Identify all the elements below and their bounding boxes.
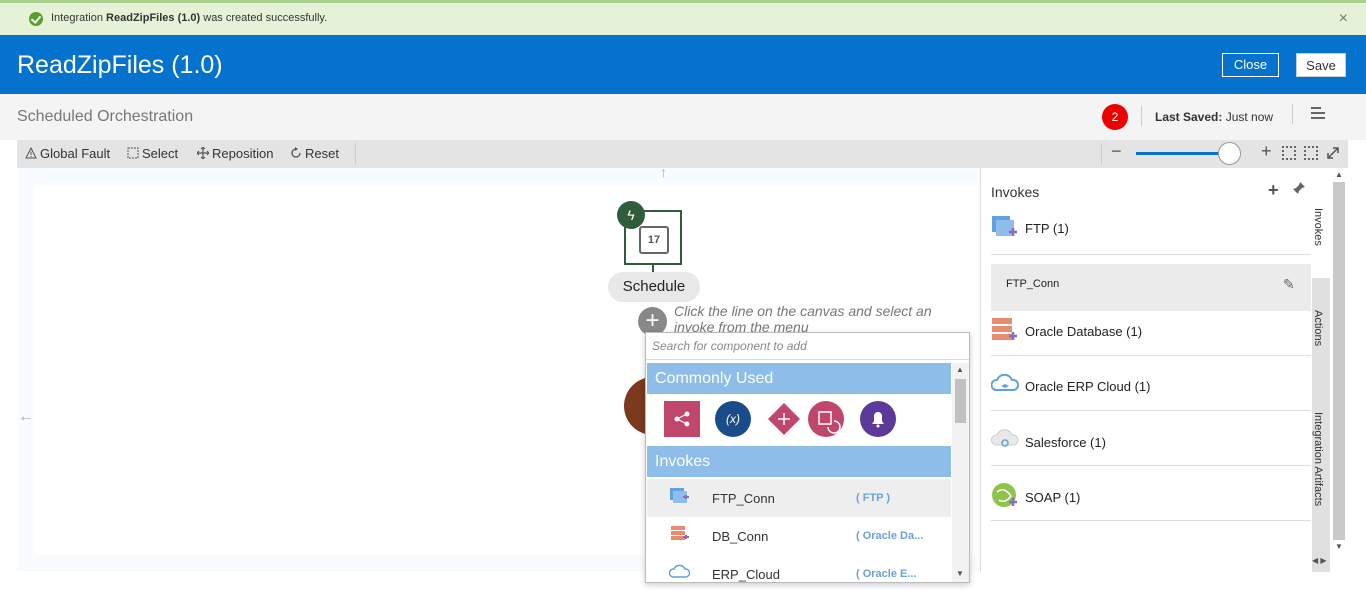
list-item[interactable]: Oracle Database (1) [991, 311, 1311, 356]
scrollbar-thumb[interactable] [1333, 182, 1345, 540]
hamburger-menu-icon[interactable] [1311, 107, 1325, 119]
divider [355, 143, 356, 165]
list-item[interactable]: DB_Conn ( Oracle Da... [647, 517, 951, 555]
map-icon[interactable] [664, 401, 700, 437]
success-notification: Integration ReadZipFiles (1.0) was creat… [0, 0, 1366, 35]
ftp-adapter-icon [992, 216, 1017, 236]
scroll-left-arrow-icon[interactable]: ← [18, 408, 34, 426]
close-notification-icon[interactable]: × [1339, 10, 1348, 28]
list-item[interactable]: Salesforce (1) [991, 411, 1311, 466]
divider [1141, 106, 1142, 126]
move-icon [197, 147, 209, 159]
zoom-slider[interactable] [1136, 152, 1230, 155]
zoom-out-button[interactable]: − [1111, 141, 1122, 162]
search-input[interactable]: Search for component to add [646, 333, 969, 360]
reset-button[interactable]: Reset [290, 146, 339, 161]
scrollbar-thumb[interactable] [955, 379, 966, 423]
zoom-selection-icon[interactable] [1304, 146, 1318, 160]
oracle-database-icon [992, 318, 1017, 340]
panel-scrollbar[interactable]: ▲ ▼ [1330, 168, 1348, 572]
warning-icon [25, 147, 37, 159]
salesforce-icon [991, 429, 1019, 447]
zoom-slider-handle[interactable] [1217, 142, 1241, 165]
close-button[interactable]: Close [1222, 53, 1279, 77]
calendar-icon: 17 [639, 226, 669, 254]
invokes-header: Invokes [647, 446, 951, 477]
page-title: ReadZipFiles (1.0) [17, 51, 223, 79]
horizontal-scroll-arrows[interactable]: ◀ ▶ [1312, 556, 1327, 565]
trigger-bolt-icon: ϟ [617, 201, 645, 229]
panel-title: Invokes [991, 184, 1040, 200]
canvas-hint: Click the line on the canvas and select … [674, 303, 932, 335]
popup-scrollbar[interactable]: ▲ ▼ [952, 363, 969, 582]
global-fault-button[interactable]: Global Fault [25, 146, 110, 161]
expand-icon[interactable] [1326, 146, 1340, 160]
tab-invokes[interactable]: Invokes [1312, 168, 1330, 278]
list-item[interactable]: FTP_Conn ( FTP ) [647, 479, 951, 517]
switch-icon[interactable] [766, 401, 802, 437]
last-saved-status: Last Saved: Just now [1155, 110, 1274, 124]
reposition-button[interactable]: Reposition [197, 146, 273, 161]
add-invoke-icon[interactable]: + [1268, 180, 1279, 201]
save-button[interactable]: Save [1296, 53, 1346, 77]
erp-cloud-icon [991, 373, 1019, 391]
ftp-adapter-icon [670, 488, 689, 503]
integration-header: ReadZipFiles (1.0) [0, 35, 1366, 94]
divider [1292, 104, 1293, 124]
success-check-icon [29, 12, 43, 26]
notification-message: Integration ReadZipFiles (1.0) was creat… [51, 12, 328, 24]
zoom-in-button[interactable]: + [1261, 141, 1272, 162]
scroll-up-icon[interactable]: ▲ [956, 365, 964, 374]
oracle-database-icon [671, 526, 689, 540]
reset-icon [291, 147, 301, 158]
pin-icon[interactable] [1292, 181, 1306, 195]
scroll-up-icon[interactable]: ▲ [1335, 170, 1343, 179]
list-item[interactable]: ERP_Cloud ( Oracle E... [647, 555, 951, 590]
select-button[interactable]: Select [127, 146, 178, 161]
list-item-selected[interactable]: FTP_Conn ✎ [991, 264, 1311, 311]
error-count-badge[interactable]: 2 [1102, 104, 1128, 130]
list-item[interactable]: SOAP (1) [991, 466, 1311, 521]
tab-actions[interactable]: Actions [1312, 310, 1330, 370]
list-item[interactable]: FTP (1) [991, 200, 1311, 255]
tab-integration-artifacts[interactable]: Integration Artifacts [1312, 412, 1330, 542]
scroll-down-icon[interactable]: ▼ [956, 569, 964, 578]
erp-cloud-icon [669, 564, 691, 578]
soap-icon [992, 483, 1017, 507]
for-each-icon[interactable] [808, 401, 844, 437]
select-icon [127, 147, 139, 159]
commonly-used-header: Commonly Used [647, 363, 951, 394]
divider [1101, 143, 1102, 165]
component-palette-popup: Search for component to add Commonly Use… [645, 332, 970, 583]
assign-variable-icon[interactable]: (x) [715, 401, 751, 437]
schedule-label[interactable]: Schedule [608, 272, 700, 302]
list-item[interactable]: Oracle ERP Cloud (1) [991, 356, 1311, 411]
scroll-down-icon[interactable]: ▼ [1335, 542, 1343, 551]
integration-type: Scheduled Orchestration [17, 108, 194, 125]
scroll-up-arrow-icon[interactable]: ↑ [660, 164, 667, 180]
notification-icon[interactable] [860, 401, 896, 437]
edit-icon[interactable]: ✎ [1283, 276, 1295, 293]
fit-to-screen-icon[interactable] [1282, 146, 1296, 160]
